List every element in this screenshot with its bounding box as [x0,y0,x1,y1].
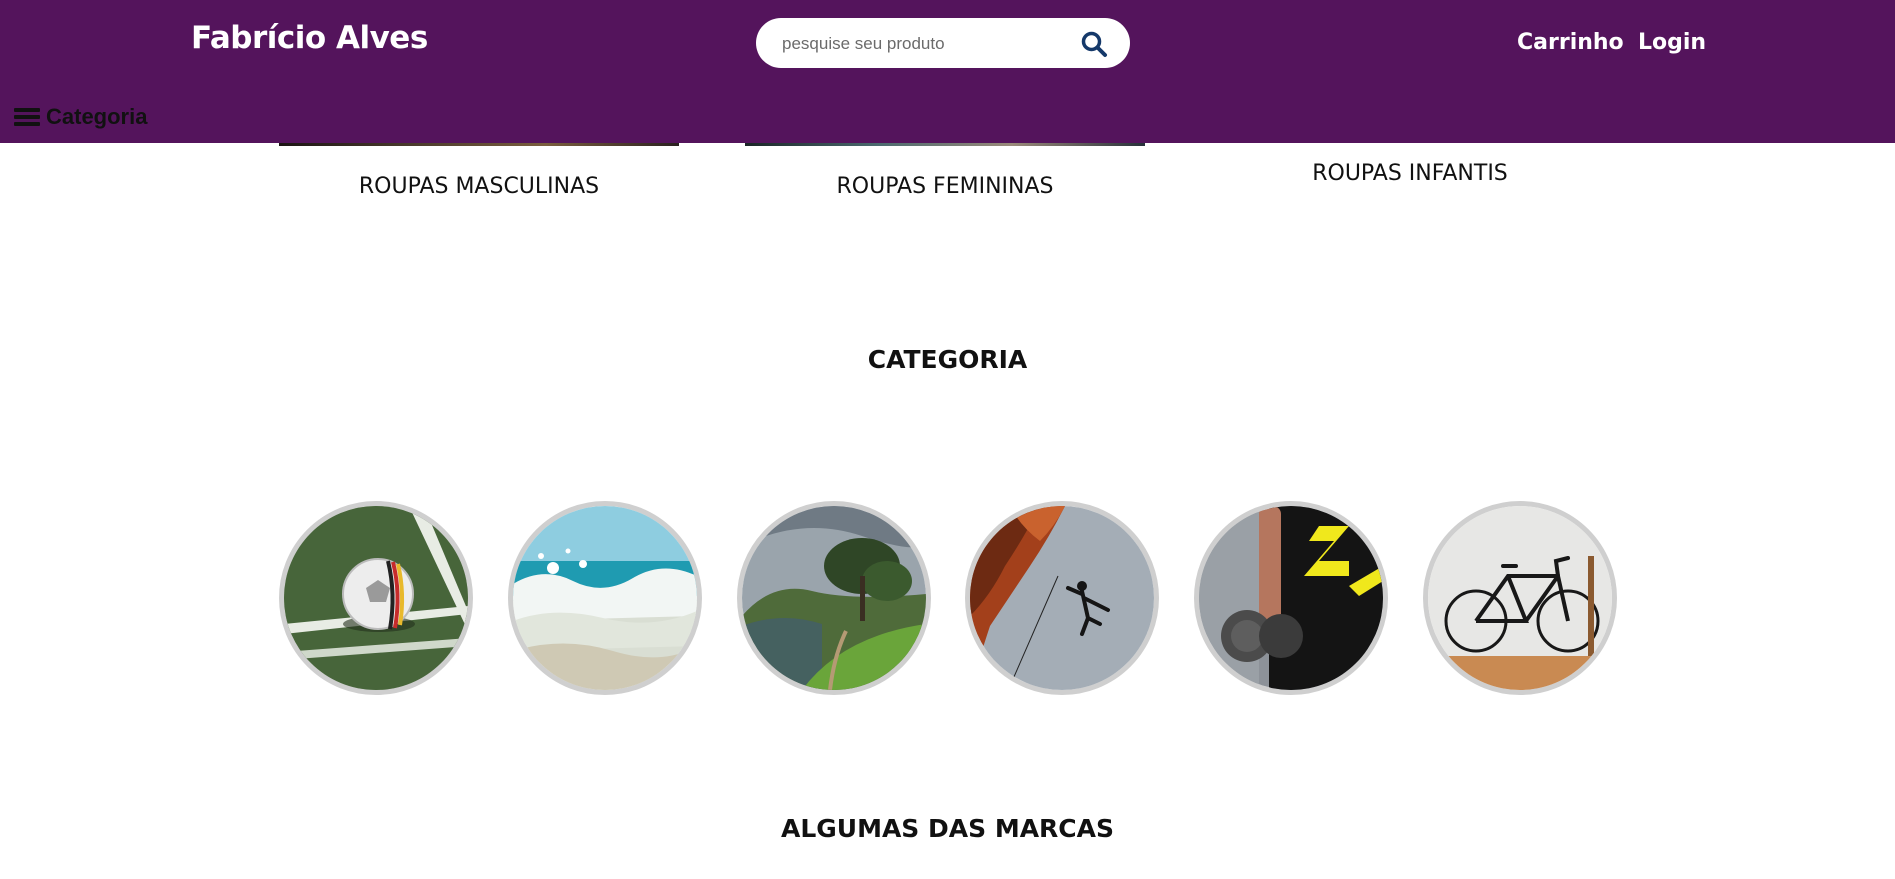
brands-section-title: ALGUMAS DAS MARCAS [780,814,1115,843]
category-section-title: CATEGORIA [867,345,1028,374]
top-header: Fabrício Alves Carrinho Login Categoria [0,0,1895,143]
category-circle-soccer[interactable] [279,501,473,695]
category-menu-toggle[interactable]: Categoria [14,104,147,130]
category-label-women[interactable]: ROUPAS FEMININAS [745,174,1145,199]
cart-link[interactable]: Carrinho [1517,30,1624,55]
men-clothing-image[interactable] [279,143,679,146]
menu-icon [14,108,40,126]
brand-logo[interactable]: Fabrício Alves [191,20,428,56]
category-label-men[interactable]: ROUPAS MASCULINAS [279,174,679,199]
dumbbell-fitness-image [1199,506,1383,690]
bicycle-image [1428,506,1612,690]
category-circle-hiking[interactable] [737,501,931,695]
women-clothing-image[interactable] [745,143,1145,146]
category-circle-fitness[interactable] [1194,501,1388,695]
trail-landscape-image [742,506,926,690]
login-link[interactable]: Login [1638,30,1706,55]
category-circle-climbing[interactable] [965,501,1159,695]
category-label-kids[interactable]: ROUPAS INFANTIS [1210,161,1610,186]
rock-climbing-image [970,506,1154,690]
ocean-wave-image [513,506,697,690]
category-circle-cycling[interactable] [1423,501,1617,695]
search-bar [756,18,1130,70]
category-circle-surf[interactable] [508,501,702,695]
category-menu-label: Categoria [46,104,148,129]
search-icon[interactable] [1080,30,1108,58]
soccer-ball-image [284,506,468,690]
search-input[interactable] [780,18,1084,70]
